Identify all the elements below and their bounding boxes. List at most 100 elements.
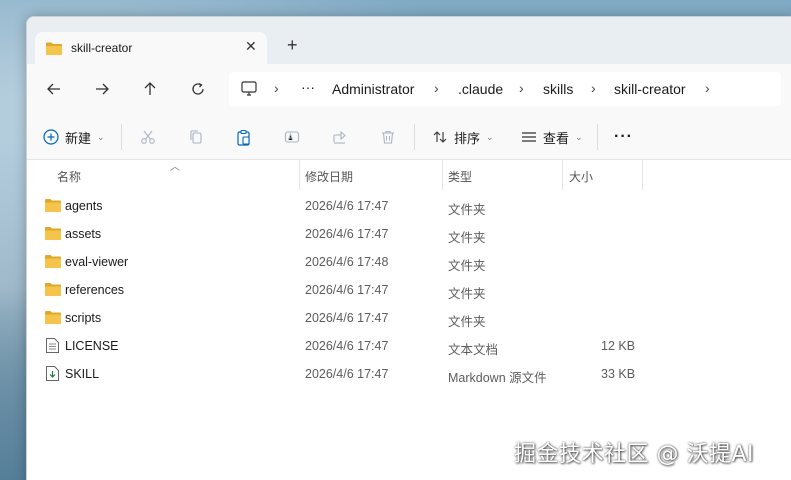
column-size[interactable]: 大小 (569, 168, 593, 185)
list-item[interactable]: eval-viewer 2026/4/6 17:48 文件夹 (27, 248, 791, 276)
forward-button[interactable] (91, 78, 113, 100)
new-button[interactable]: 新建 ⌄ (43, 126, 105, 148)
share-button[interactable] (332, 126, 348, 148)
breadcrumb-separator: › (274, 80, 279, 96)
list-item[interactable]: scripts 2026/4/6 17:47 文件夹 (27, 304, 791, 332)
file-modified: 2026/4/6 17:47 (305, 283, 389, 297)
breadcrumb-skills[interactable]: skills (543, 81, 573, 97)
file-modified: 2026/4/6 17:47 (305, 339, 389, 353)
breadcrumb-separator: › (705, 80, 710, 96)
text-file-icon (45, 337, 60, 357)
folder-icon (44, 225, 62, 244)
list-item[interactable]: SKILL 2026/4/6 17:47 Markdown 源文件 33 KB (27, 360, 791, 388)
copy-icon (190, 130, 202, 144)
column-divider[interactable] (642, 160, 643, 190)
tab-skill-creator[interactable]: skill-creator ✕ (35, 32, 267, 66)
sort-icon (433, 131, 447, 143)
breadcrumb-separator: › (591, 80, 596, 96)
chevron-down-icon: ⌄ (486, 131, 494, 142)
close-tab-icon[interactable]: ✕ (245, 38, 257, 55)
watermark-text: 掘金技术社区 @ 沃提AI (514, 442, 755, 467)
sort-ascending-icon: ︿ (170, 162, 180, 173)
share-icon (333, 130, 346, 144)
command-toolbar: 新建 ⌄ 排序 ⌄ 查看 ⌄ ··· (27, 114, 791, 160)
toolbar-divider (121, 124, 122, 150)
folder-icon (44, 281, 62, 300)
folder-icon (44, 309, 62, 328)
refresh-button[interactable] (187, 78, 209, 100)
file-modified: 2026/4/6 17:47 (305, 227, 389, 241)
delete-button[interactable] (380, 126, 396, 148)
clipboard-icon (237, 129, 250, 146)
rename-icon (284, 131, 300, 143)
copy-button[interactable] (188, 126, 204, 148)
arrow-right-icon (96, 83, 109, 95)
folder-icon (44, 253, 62, 272)
column-header-row: ︿ 名称 修改日期 类型 大小 (27, 160, 791, 190)
list-item[interactable]: references 2026/4/6 17:47 文件夹 (27, 276, 791, 304)
file-modified: 2026/4/6 17:47 (305, 199, 389, 213)
back-button[interactable] (43, 78, 65, 100)
breadcrumb-skill-creator[interactable]: skill-creator (614, 81, 686, 97)
list-item[interactable]: LICENSE 2026/4/6 17:47 文本文档 12 KB (27, 332, 791, 360)
file-name: references (65, 283, 125, 297)
file-type: 文件夹 (448, 203, 486, 217)
view-button[interactable]: 查看 ⌄ (521, 126, 583, 148)
file-type: 文件夹 (448, 315, 486, 329)
breadcrumb-overflow-button[interactable]: ··· (301, 79, 315, 95)
column-type[interactable]: 类型 (448, 168, 472, 185)
address-bar[interactable]: › ··· Administrator › .claude › skills ›… (229, 72, 781, 106)
column-divider[interactable] (442, 160, 443, 190)
file-name: scripts (65, 311, 102, 325)
breadcrumb-separator: › (434, 80, 439, 96)
tab-title: skill-creator (71, 41, 133, 55)
breadcrumb-separator: › (519, 80, 524, 96)
chevron-down-icon: ⌄ (97, 131, 105, 142)
refresh-icon (192, 82, 204, 95)
list-item[interactable]: assets 2026/4/6 17:47 文件夹 (27, 220, 791, 248)
file-modified: 2026/4/6 17:47 (305, 311, 389, 325)
file-name: agents (65, 199, 103, 213)
rename-button[interactable] (284, 126, 300, 148)
column-name[interactable]: 名称 (57, 168, 81, 185)
navigation-bar: › ··· Administrator › .claude › skills ›… (27, 64, 791, 114)
file-size: 33 KB (601, 367, 636, 381)
tab-strip: skill-creator ✕ + (27, 17, 791, 66)
breadcrumb-claude[interactable]: .claude (458, 81, 503, 97)
folder-icon (45, 41, 63, 59)
file-size: 12 KB (601, 339, 636, 353)
more-options-button[interactable]: ··· (614, 126, 633, 148)
view-lines-icon (522, 132, 536, 142)
file-type: Markdown 源文件 (448, 371, 547, 385)
sort-button[interactable]: 排序 ⌄ (432, 126, 494, 148)
file-modified: 2026/4/6 17:48 (305, 255, 389, 269)
file-explorer-window: skill-creator ✕ + › ··· Administrator › … (26, 16, 791, 480)
chevron-down-icon: ⌄ (575, 131, 583, 142)
file-type: 文本文档 (448, 343, 499, 357)
column-divider[interactable] (562, 160, 563, 190)
list-item[interactable]: agents 2026/4/6 17:47 文件夹 (27, 192, 791, 220)
file-name: LICENSE (65, 339, 119, 353)
file-type: 文件夹 (448, 287, 486, 301)
cut-button[interactable] (140, 126, 156, 148)
scissors-icon (141, 130, 155, 144)
up-button[interactable] (139, 78, 161, 100)
file-type: 文件夹 (448, 231, 486, 245)
toolbar-divider (414, 124, 415, 150)
breadcrumb-administrator[interactable]: Administrator (332, 81, 414, 97)
computer-icon (241, 81, 257, 99)
column-modified[interactable]: 修改日期 (305, 168, 353, 185)
markdown-file-icon (45, 365, 60, 385)
paste-button[interactable] (236, 126, 252, 148)
new-label: 新建 (65, 130, 92, 146)
folder-icon (44, 197, 62, 216)
arrow-left-icon (47, 83, 60, 95)
new-tab-button[interactable]: + (287, 36, 298, 54)
file-name: assets (65, 227, 102, 241)
file-modified: 2026/4/6 17:47 (305, 367, 389, 381)
file-name: eval-viewer (65, 255, 129, 269)
arrow-up-icon (144, 82, 156, 95)
column-divider[interactable] (299, 160, 300, 190)
file-type: 文件夹 (448, 259, 486, 273)
view-label: 查看 (543, 130, 570, 146)
